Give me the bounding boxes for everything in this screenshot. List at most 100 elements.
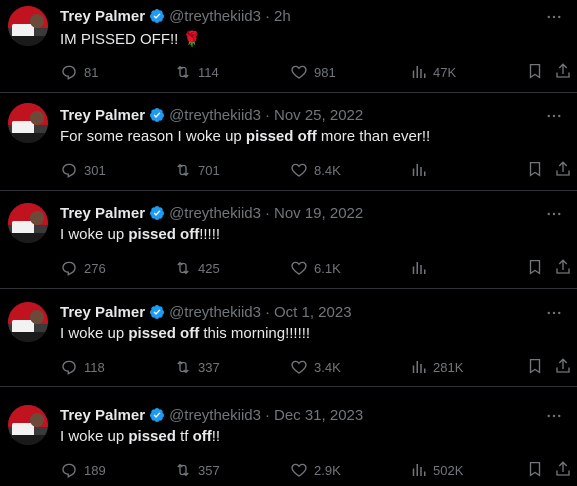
retweet-button[interactable]: 425 [174, 258, 220, 278]
tweet-text-segment: I woke up [60, 428, 129, 445]
tweet-feed: Trey Palmer @treythekiid3 · 2h IM PISSED OFF… [0, 0, 577, 486]
reply-button[interactable]: 118 [60, 357, 105, 377]
tweet-timestamp[interactable]: 2h [274, 8, 291, 25]
tweet-text: For some reason I woke up pissed off mor… [60, 128, 430, 145]
author-name[interactable]: Trey Palmer [60, 205, 145, 222]
avatar[interactable] [8, 6, 48, 46]
tweet-timestamp[interactable]: Nov 19, 2022 [274, 205, 363, 222]
like-button[interactable]: 3.4K [290, 357, 341, 377]
author-handle[interactable]: @treythekiid3 [169, 205, 261, 222]
retweet-count: 337 [198, 359, 220, 375]
reply-icon [60, 358, 84, 376]
share-icon[interactable] [554, 460, 572, 478]
avatar[interactable] [8, 103, 48, 143]
reply-button[interactable]: 276 [60, 258, 106, 278]
author-name[interactable]: Trey Palmer [60, 107, 145, 124]
tweet-text-segment: off [192, 428, 212, 445]
bookmark-icon[interactable] [526, 460, 544, 478]
like-button[interactable]: 2.9K [290, 460, 341, 480]
reply-count: 301 [84, 162, 106, 178]
share-icon[interactable] [554, 357, 572, 375]
avatar[interactable] [8, 302, 48, 342]
tweet-text-segment: IM PISSED OFF!! [60, 31, 183, 48]
avatar[interactable] [8, 405, 48, 445]
tweet-timestamp[interactable]: Dec 31, 2023 [274, 407, 363, 424]
like-button[interactable]: 981 [290, 62, 336, 82]
like-count: 6.1K [314, 260, 341, 276]
views-button[interactable]: 502K [409, 460, 463, 480]
author-name[interactable]: Trey Palmer [60, 407, 145, 424]
verified-badge-icon [149, 304, 165, 320]
views-count: 502K [433, 462, 464, 478]
tweet[interactable]: Trey Palmer @treythekiid3 · Nov 19, 2022 I w… [0, 191, 577, 289]
avatar[interactable] [8, 203, 48, 243]
more-icon[interactable] [545, 8, 563, 24]
views-icon [409, 461, 433, 479]
author-handle[interactable]: @treythekiid3 [169, 8, 261, 25]
tweet-header: Trey Palmer @treythekiid3 · Oct 1, 2023 [60, 302, 352, 322]
tweet-text-segment: pissed off [245, 128, 317, 145]
retweet-button[interactable]: 701 [174, 160, 220, 180]
bookmark-icon[interactable] [526, 62, 544, 80]
tweet[interactable]: Trey Palmer @treythekiid3 · Dec 31, 2023 I w… [0, 387, 577, 486]
tweet-timestamp[interactable]: Nov 25, 2022 [274, 107, 363, 124]
like-button[interactable]: 8.4K [290, 160, 341, 180]
author-handle[interactable]: @treythekiid3 [169, 407, 261, 424]
retweet-icon [174, 358, 198, 376]
more-icon[interactable] [545, 205, 563, 221]
reply-button[interactable]: 81 [60, 62, 98, 82]
views-icon [409, 259, 433, 277]
tweet[interactable]: Trey Palmer @treythekiid3 · 2h IM PISSED OFF… [0, 0, 577, 93]
tweet-text: I woke up pissed tf off!! [60, 428, 220, 445]
views-button[interactable]: 281K [409, 357, 463, 377]
reply-count: 276 [84, 260, 106, 276]
bookmark-icon[interactable] [526, 160, 544, 178]
views-button[interactable]: 47K [409, 62, 456, 82]
reply-icon [60, 161, 84, 179]
author-handle[interactable]: @treythekiid3 [169, 304, 261, 321]
tweet-header: Trey Palmer @treythekiid3 · Nov 25, 2022 [60, 105, 363, 125]
retweet-button[interactable]: 337 [174, 357, 220, 377]
bookmark-icon[interactable] [526, 357, 544, 375]
share-icon[interactable] [554, 62, 572, 80]
tweet-text-segment: this morning!!!!!! [199, 325, 311, 342]
author-handle[interactable]: @treythekiid3 [169, 107, 261, 124]
separator-dot: · [265, 7, 270, 25]
retweet-button[interactable]: 114 [174, 62, 219, 82]
reply-button[interactable]: 301 [60, 160, 106, 180]
views-count: 281K [433, 359, 464, 375]
retweet-icon [174, 161, 198, 179]
views-button[interactable] [409, 160, 433, 180]
tweet-text: I woke up pissed off this morning!!!!!! [60, 325, 310, 342]
reply-button[interactable]: 189 [60, 460, 106, 480]
tweet-timestamp[interactable]: Oct 1, 2023 [274, 304, 352, 321]
rose-emoji: 🌹 [182, 31, 202, 48]
tweet-header: Trey Palmer @treythekiid3 · Nov 19, 2022 [60, 203, 363, 223]
share-icon[interactable] [554, 160, 572, 178]
tweet-text: IM PISSED OFF!! 🌹 [60, 30, 201, 48]
retweet-icon [174, 63, 198, 81]
author-name[interactable]: Trey Palmer [60, 304, 145, 321]
more-icon[interactable] [545, 304, 563, 320]
more-icon[interactable] [545, 107, 563, 123]
views-icon [409, 358, 433, 376]
retweet-button[interactable]: 357 [174, 460, 220, 480]
like-count: 2.9K [314, 462, 341, 478]
verified-badge-icon [149, 107, 165, 123]
tweet-text-segment: I woke up [60, 325, 129, 342]
share-icon[interactable] [554, 258, 572, 276]
tweet[interactable]: Trey Palmer @treythekiid3 · Nov 25, 2022 For… [0, 93, 577, 191]
views-icon [409, 161, 433, 179]
more-icon[interactable] [545, 407, 563, 423]
views-button[interactable] [409, 258, 433, 278]
tweet-actions: 276 425 6.1K [60, 258, 575, 278]
author-name[interactable]: Trey Palmer [60, 8, 145, 25]
tweet-text-segment: pissed [128, 428, 176, 445]
like-button[interactable]: 6.1K [290, 258, 341, 278]
separator-dot: · [265, 303, 270, 321]
tweet[interactable]: Trey Palmer @treythekiid3 · Oct 1, 2023 I wo… [0, 289, 577, 387]
tweet-actions: 189 357 2.9K 502K [60, 460, 575, 480]
tweet-actions: 118 337 3.4K 281K [60, 357, 575, 377]
tweet-text-segment: more than ever!! [316, 128, 431, 145]
bookmark-icon[interactable] [526, 258, 544, 276]
